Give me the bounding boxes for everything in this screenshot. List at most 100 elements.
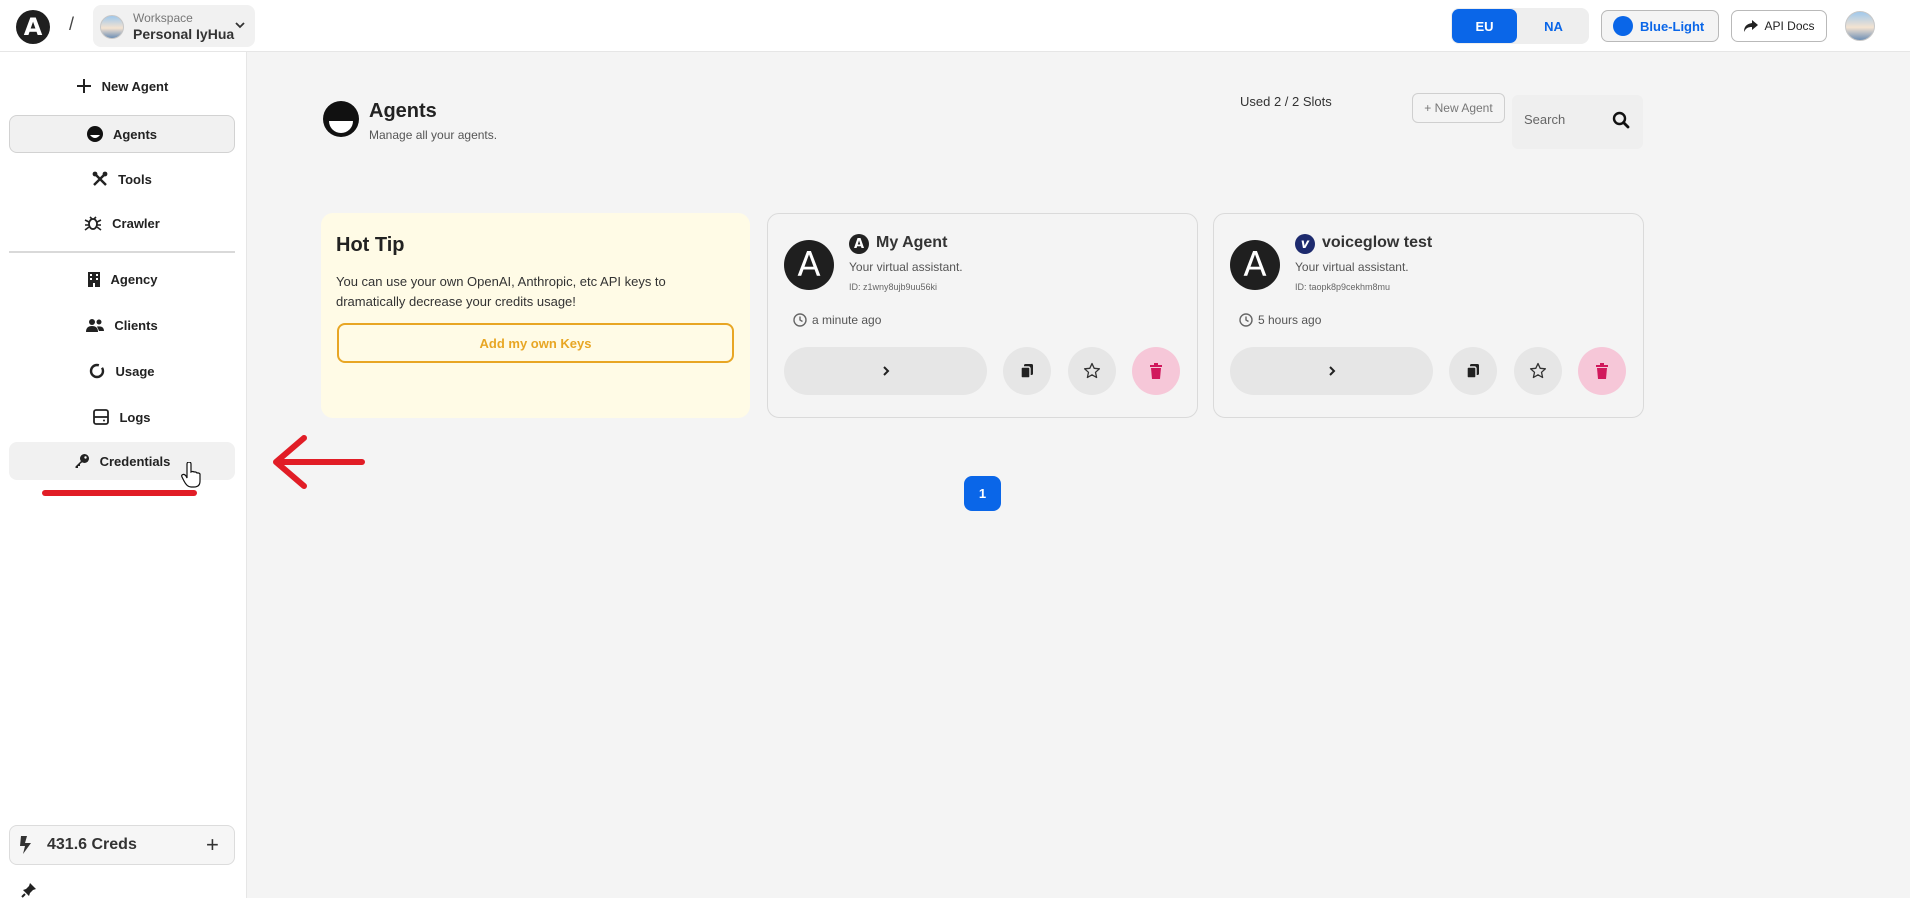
- api-docs-button[interactable]: API Docs: [1731, 10, 1827, 42]
- theme-color-dot: [1613, 16, 1633, 36]
- bug-icon: [84, 216, 102, 231]
- workspace-avatar: [100, 15, 124, 39]
- duplicate-agent-button[interactable]: [1003, 347, 1051, 395]
- copy-icon: [1466, 364, 1479, 379]
- sidebar-item-label: Logs: [119, 409, 151, 425]
- sidebar-item-label: Usage: [115, 363, 155, 379]
- share-arrow-icon: [1744, 20, 1759, 32]
- api-docs-label: API Docs: [1764, 19, 1815, 33]
- agent-description: Your virtual assistant.: [849, 260, 963, 274]
- agent-description: Your virtual assistant.: [1295, 260, 1409, 274]
- sidebar: New Agent Agents Tools Crawler Agency Cl…: [0, 52, 247, 898]
- theme-button[interactable]: Blue-Light: [1601, 10, 1719, 42]
- plus-icon: [76, 79, 91, 93]
- trash-icon: [1596, 363, 1608, 379]
- new-agent-button[interactable]: + New Agent: [1412, 93, 1505, 123]
- star-icon: [1083, 362, 1101, 379]
- sidebar-item-tools[interactable]: Tools: [9, 160, 235, 198]
- sidebar-item-label: Crawler: [112, 215, 160, 231]
- delete-agent-button[interactable]: [1132, 347, 1180, 395]
- clock-icon: [793, 313, 807, 327]
- agent-card: A A My Agent Your virtual assistant. ID:…: [767, 213, 1198, 418]
- hot-tip-card: Hot Tip You can use your own OpenAI, Ant…: [321, 213, 750, 418]
- agent-updated-time: 5 hours ago: [1239, 313, 1321, 327]
- annotation-arrow-icon: [273, 435, 365, 489]
- open-agent-button[interactable]: [1230, 347, 1433, 395]
- sidebar-item-label: Credentials: [99, 453, 171, 469]
- agent-time-label: a minute ago: [812, 313, 882, 327]
- clock-icon: [1239, 313, 1253, 327]
- pin-icon[interactable]: [21, 882, 37, 898]
- sidebar-item-label: Agency: [110, 271, 158, 287]
- sidebar-new-agent-button[interactable]: New Agent: [9, 67, 235, 105]
- region-eu-button[interactable]: EU: [1452, 9, 1517, 43]
- region-toggle: EU NA: [1451, 8, 1589, 44]
- workspace-switcher[interactable]: Workspace Personal IyHua: [93, 5, 255, 47]
- voiceglow-logo-icon: v: [1295, 234, 1315, 254]
- donut-chart-icon: [90, 363, 105, 379]
- hand-cursor-icon: [181, 462, 201, 488]
- delete-agent-button[interactable]: [1578, 347, 1626, 395]
- duplicate-agent-button[interactable]: [1449, 347, 1497, 395]
- theme-label: Blue-Light: [1640, 18, 1705, 34]
- building-icon: [87, 272, 100, 287]
- agent-card: A v voiceglow test Your virtual assistan…: [1213, 213, 1644, 418]
- chevron-right-icon: [882, 366, 889, 376]
- users-icon: [86, 319, 105, 332]
- agent-avatar: A: [784, 240, 834, 290]
- slots-usage: Used 2 / 2 Slots: [1240, 94, 1332, 109]
- agent-time-label: 5 hours ago: [1258, 313, 1322, 327]
- sidebar-item-agents[interactable]: Agents: [9, 115, 235, 153]
- add-credits-button[interactable]: +: [206, 832, 219, 858]
- add-keys-button[interactable]: Add my own Keys: [337, 323, 734, 363]
- favorite-agent-button[interactable]: [1514, 347, 1562, 395]
- page-subtitle: Manage all your agents.: [369, 128, 498, 142]
- sidebar-item-label: Clients: [114, 317, 158, 333]
- annotation-underline: [42, 490, 197, 496]
- sidebar-item-label: New Agent: [101, 78, 169, 94]
- user-avatar[interactable]: [1845, 11, 1875, 41]
- tools-icon: [92, 171, 108, 186]
- chevron-down-icon: [235, 22, 245, 29]
- sidebar-item-clients[interactable]: Clients: [9, 306, 235, 344]
- sidebar-item-credentials[interactable]: Credentials: [9, 442, 235, 480]
- agent-smile-icon: [86, 126, 103, 142]
- agent-name: My Agent: [876, 234, 948, 251]
- top-bar: A / Workspace Personal IyHua EU NA Blue-…: [0, 0, 1910, 52]
- workspace-name: Personal IyHua: [133, 26, 235, 42]
- agents-page-icon: [323, 101, 359, 137]
- agent-id: ID: z1wny8ujb9uu56ki: [849, 282, 938, 292]
- search-input[interactable]: [1524, 112, 1604, 127]
- agent-name: voiceglow test: [1322, 234, 1433, 251]
- breadcrumb-separator: /: [69, 14, 75, 34]
- app-logo[interactable]: A: [16, 10, 50, 44]
- page-title: Agents: [369, 100, 437, 122]
- server-icon: [93, 409, 110, 425]
- sidebar-item-agency[interactable]: Agency: [9, 260, 235, 298]
- pagination-page-button[interactable]: 1: [964, 476, 1001, 511]
- search-box: [1512, 95, 1643, 149]
- sidebar-item-usage[interactable]: Usage: [9, 352, 235, 390]
- chevron-right-icon: [1328, 366, 1335, 376]
- region-na-button[interactable]: NA: [1521, 9, 1586, 43]
- tip-title: Hot Tip: [336, 234, 405, 256]
- sidebar-item-crawler[interactable]: Crawler: [9, 204, 235, 242]
- workspace-label: Workspace: [133, 11, 193, 25]
- copy-icon: [1020, 364, 1033, 379]
- sidebar-divider: [9, 251, 235, 253]
- sidebar-item-logs[interactable]: Logs: [9, 398, 235, 436]
- tip-text: You can use your own OpenAI, Anthropic, …: [336, 274, 666, 309]
- favorite-agent-button[interactable]: [1068, 347, 1116, 395]
- agent-updated-time: a minute ago: [793, 313, 881, 327]
- star-icon: [1529, 362, 1547, 379]
- agent-logo-icon: A: [849, 234, 869, 254]
- agent-id: ID: taopk8p9cekhm8mu: [1295, 282, 1391, 292]
- key-icon: [75, 454, 89, 468]
- sidebar-item-label: Agents: [112, 126, 158, 142]
- lightning-icon: [20, 836, 31, 854]
- sidebar-item-label: Tools: [118, 171, 152, 187]
- credits-panel: 431.6 Creds +: [9, 825, 235, 865]
- search-icon[interactable]: [1612, 111, 1630, 129]
- credits-balance: 431.6 Creds: [47, 836, 137, 853]
- open-agent-button[interactable]: [784, 347, 987, 395]
